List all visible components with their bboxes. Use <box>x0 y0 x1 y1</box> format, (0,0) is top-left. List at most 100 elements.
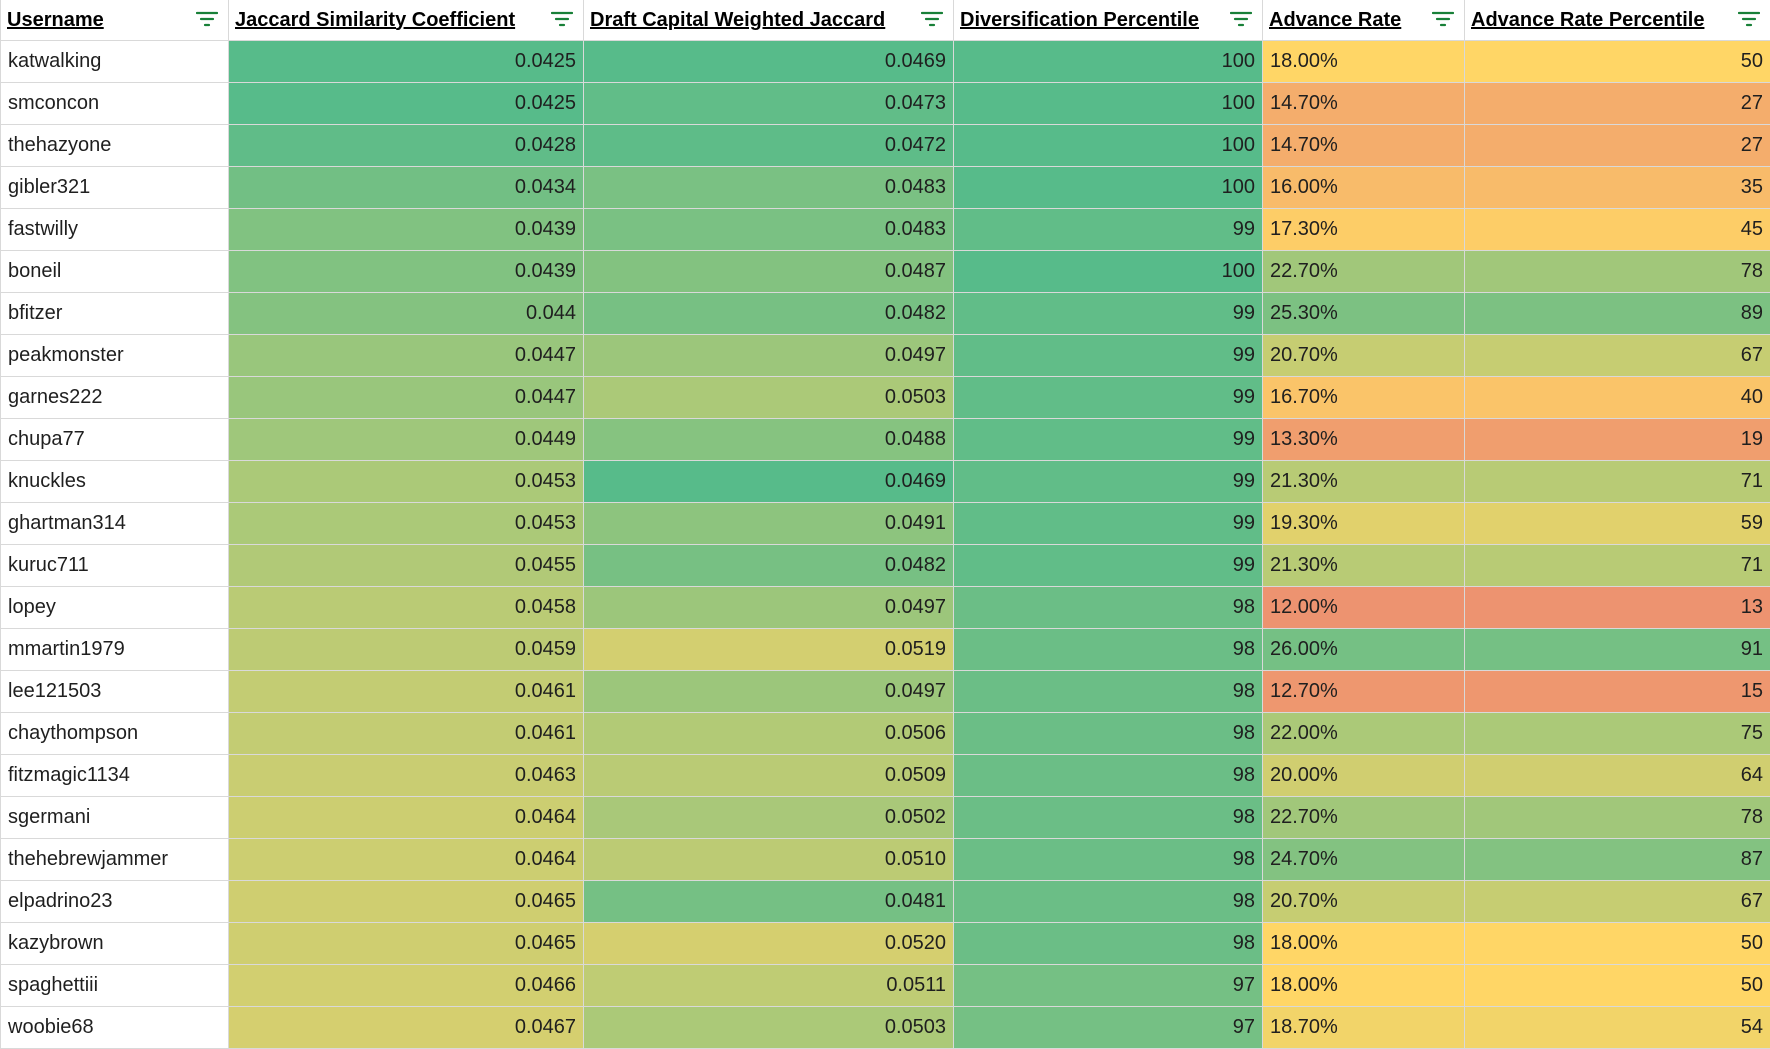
cell-username[interactable]: chupa77 <box>1 419 229 461</box>
cell-diversification-percentile[interactable]: 98 <box>954 881 1263 923</box>
cell-advance-rate[interactable]: 21.30% <box>1263 545 1465 587</box>
cell-username[interactable]: ghartman314 <box>1 503 229 545</box>
cell-advance-rate[interactable]: 18.70% <box>1263 1007 1465 1049</box>
cell-jaccard[interactable]: 0.0467 <box>229 1007 584 1049</box>
cell-advance-rate-percentile[interactable]: 67 <box>1465 335 1770 377</box>
cell-advance-rate-percentile[interactable]: 75 <box>1465 713 1770 755</box>
cell-advance-rate-percentile[interactable]: 50 <box>1465 965 1770 1007</box>
cell-advance-rate[interactable]: 18.00% <box>1263 965 1465 1007</box>
cell-jaccard[interactable]: 0.044 <box>229 293 584 335</box>
cell-username[interactable]: fitzmagic1134 <box>1 755 229 797</box>
cell-advance-rate-percentile[interactable]: 54 <box>1465 1007 1770 1049</box>
cell-advance-rate-percentile[interactable]: 45 <box>1465 209 1770 251</box>
cell-advance-rate[interactable]: 12.70% <box>1263 671 1465 713</box>
cell-jaccard[interactable]: 0.0439 <box>229 209 584 251</box>
cell-weighted-jaccard[interactable]: 0.0497 <box>584 671 954 713</box>
cell-diversification-percentile[interactable]: 98 <box>954 671 1263 713</box>
cell-advance-rate[interactable]: 13.30% <box>1263 419 1465 461</box>
filter-icon[interactable] <box>921 10 943 28</box>
cell-diversification-percentile[interactable]: 100 <box>954 167 1263 209</box>
cell-jaccard[interactable]: 0.0425 <box>229 41 584 83</box>
cell-jaccard[interactable]: 0.0465 <box>229 923 584 965</box>
cell-advance-rate[interactable]: 19.30% <box>1263 503 1465 545</box>
cell-advance-rate-percentile[interactable]: 15 <box>1465 671 1770 713</box>
cell-advance-rate-percentile[interactable]: 87 <box>1465 839 1770 881</box>
cell-jaccard[interactable]: 0.0428 <box>229 125 584 167</box>
cell-advance-rate[interactable]: 16.70% <box>1263 377 1465 419</box>
cell-weighted-jaccard[interactable]: 0.0482 <box>584 545 954 587</box>
cell-weighted-jaccard[interactable]: 0.0487 <box>584 251 954 293</box>
cell-advance-rate[interactable]: 12.00% <box>1263 587 1465 629</box>
cell-advance-rate-percentile[interactable]: 40 <box>1465 377 1770 419</box>
cell-advance-rate[interactable]: 21.30% <box>1263 461 1465 503</box>
filter-icon[interactable] <box>1230 10 1252 28</box>
filter-icon[interactable] <box>551 10 573 28</box>
cell-diversification-percentile[interactable]: 98 <box>954 923 1263 965</box>
cell-diversification-percentile[interactable]: 100 <box>954 251 1263 293</box>
cell-weighted-jaccard[interactable]: 0.0520 <box>584 923 954 965</box>
cell-advance-rate[interactable]: 22.70% <box>1263 797 1465 839</box>
cell-advance-rate-percentile[interactable]: 27 <box>1465 83 1770 125</box>
cell-advance-rate-percentile[interactable]: 27 <box>1465 125 1770 167</box>
cell-jaccard[interactable]: 0.0455 <box>229 545 584 587</box>
cell-username[interactable]: smconcon <box>1 83 229 125</box>
cell-weighted-jaccard[interactable]: 0.0488 <box>584 419 954 461</box>
cell-weighted-jaccard[interactable]: 0.0469 <box>584 41 954 83</box>
cell-advance-rate-percentile[interactable]: 59 <box>1465 503 1770 545</box>
cell-jaccard[interactable]: 0.0463 <box>229 755 584 797</box>
cell-advance-rate-percentile[interactable]: 91 <box>1465 629 1770 671</box>
cell-username[interactable]: kuruc711 <box>1 545 229 587</box>
cell-diversification-percentile[interactable]: 98 <box>954 713 1263 755</box>
filter-icon[interactable] <box>196 10 218 28</box>
cell-jaccard[interactable]: 0.0466 <box>229 965 584 1007</box>
cell-username[interactable]: woobie68 <box>1 1007 229 1049</box>
cell-diversification-percentile[interactable]: 99 <box>954 335 1263 377</box>
cell-username[interactable]: chaythompson <box>1 713 229 755</box>
cell-weighted-jaccard[interactable]: 0.0503 <box>584 1007 954 1049</box>
cell-advance-rate[interactable]: 17.30% <box>1263 209 1465 251</box>
cell-advance-rate[interactable]: 16.00% <box>1263 167 1465 209</box>
cell-diversification-percentile[interactable]: 99 <box>954 419 1263 461</box>
cell-jaccard[interactable]: 0.0447 <box>229 335 584 377</box>
cell-username[interactable]: gibler321 <box>1 167 229 209</box>
cell-advance-rate-percentile[interactable]: 50 <box>1465 41 1770 83</box>
column-header-username[interactable]: Username <box>1 0 229 41</box>
cell-username[interactable]: garnes222 <box>1 377 229 419</box>
filter-icon[interactable] <box>1738 10 1760 28</box>
cell-diversification-percentile[interactable]: 99 <box>954 461 1263 503</box>
cell-advance-rate[interactable]: 20.00% <box>1263 755 1465 797</box>
cell-weighted-jaccard[interactable]: 0.0482 <box>584 293 954 335</box>
cell-weighted-jaccard[interactable]: 0.0509 <box>584 755 954 797</box>
cell-weighted-jaccard[interactable]: 0.0497 <box>584 335 954 377</box>
cell-weighted-jaccard[interactable]: 0.0497 <box>584 587 954 629</box>
cell-jaccard[interactable]: 0.0464 <box>229 839 584 881</box>
cell-jaccard[interactable]: 0.0434 <box>229 167 584 209</box>
cell-diversification-percentile[interactable]: 99 <box>954 503 1263 545</box>
cell-jaccard[interactable]: 0.0461 <box>229 713 584 755</box>
cell-username[interactable]: kazybrown <box>1 923 229 965</box>
cell-username[interactable]: spaghettiii <box>1 965 229 1007</box>
cell-diversification-percentile[interactable]: 98 <box>954 797 1263 839</box>
cell-advance-rate[interactable]: 18.00% <box>1263 41 1465 83</box>
cell-username[interactable]: peakmonster <box>1 335 229 377</box>
cell-weighted-jaccard[interactable]: 0.0473 <box>584 83 954 125</box>
cell-diversification-percentile[interactable]: 97 <box>954 1007 1263 1049</box>
cell-advance-rate[interactable]: 20.70% <box>1263 335 1465 377</box>
column-header-advance-rate[interactable]: Advance Rate <box>1263 0 1465 41</box>
cell-advance-rate[interactable]: 14.70% <box>1263 125 1465 167</box>
cell-advance-rate[interactable]: 20.70% <box>1263 881 1465 923</box>
cell-username[interactable]: fastwilly <box>1 209 229 251</box>
cell-diversification-percentile[interactable]: 97 <box>954 965 1263 1007</box>
cell-jaccard[interactable]: 0.0453 <box>229 503 584 545</box>
cell-weighted-jaccard[interactable]: 0.0483 <box>584 209 954 251</box>
cell-advance-rate-percentile[interactable]: 64 <box>1465 755 1770 797</box>
cell-advance-rate[interactable]: 22.70% <box>1263 251 1465 293</box>
cell-advance-rate[interactable]: 26.00% <box>1263 629 1465 671</box>
cell-diversification-percentile[interactable]: 98 <box>954 755 1263 797</box>
cell-diversification-percentile[interactable]: 98 <box>954 839 1263 881</box>
cell-jaccard[interactable]: 0.0439 <box>229 251 584 293</box>
cell-jaccard[interactable]: 0.0465 <box>229 881 584 923</box>
cell-weighted-jaccard[interactable]: 0.0472 <box>584 125 954 167</box>
column-header-diversification-percentile[interactable]: Diversification Percentile <box>954 0 1263 41</box>
cell-jaccard[interactable]: 0.0458 <box>229 587 584 629</box>
